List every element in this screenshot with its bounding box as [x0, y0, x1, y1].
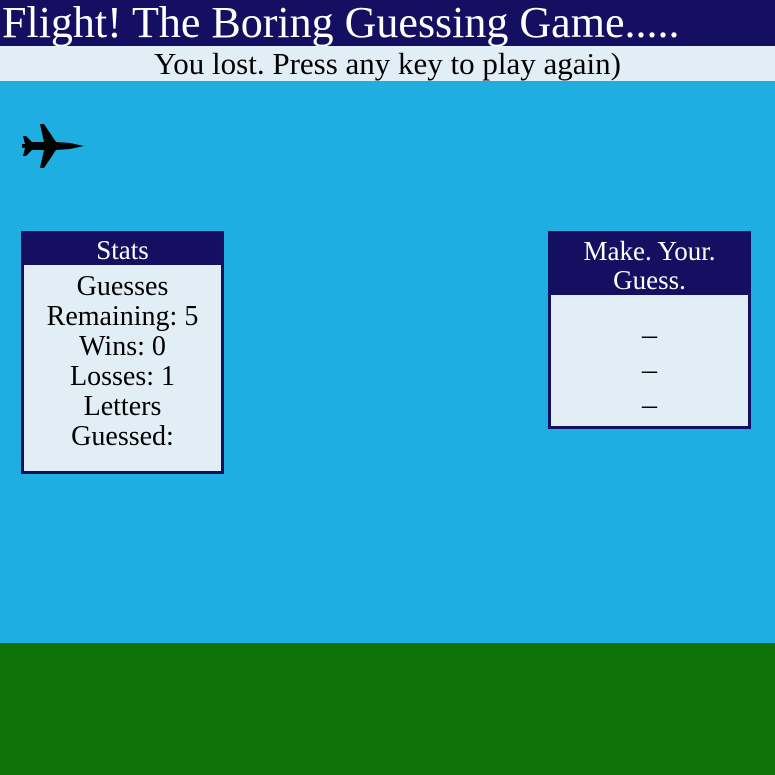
- guesses-remaining: Remaining: 5: [46, 301, 199, 332]
- ground: [0, 643, 775, 775]
- guesses-label: Guesses: [76, 271, 169, 302]
- letters-label: Letters: [83, 391, 162, 422]
- wins-count: Wins: 0: [79, 331, 166, 362]
- fighter-jet-icon: [22, 124, 84, 168]
- guess-header-line-1: Make. Your.: [583, 236, 716, 266]
- game-title: Flight! The Boring Guessing Game.....: [0, 0, 775, 46]
- word-blanks: _ _ _: [551, 295, 748, 412]
- stats-panel: Stats Guesses Remaining: 5 Wins: 0 Losse…: [21, 231, 224, 474]
- guess-panel: Make. Your. Guess. _ _ _: [548, 231, 751, 429]
- letter-blank: _: [642, 378, 657, 411]
- game-screen: Flight! The Boring Guessing Game..... Yo…: [0, 0, 775, 775]
- stats-body: Guesses Remaining: 5 Wins: 0 Losses: 1 L…: [24, 265, 221, 452]
- guess-header: Make. Your. Guess.: [551, 234, 748, 295]
- stats-header: Stats: [24, 234, 221, 265]
- letters-guessed: Guessed:: [71, 421, 174, 452]
- guess-header-line-2: Guess.: [613, 265, 686, 295]
- losses-count: Losses: 1: [70, 361, 175, 392]
- letter-blank: _: [642, 308, 657, 341]
- letter-blank: _: [642, 343, 657, 376]
- game-status-message: You lost. Press any key to play again): [0, 46, 775, 81]
